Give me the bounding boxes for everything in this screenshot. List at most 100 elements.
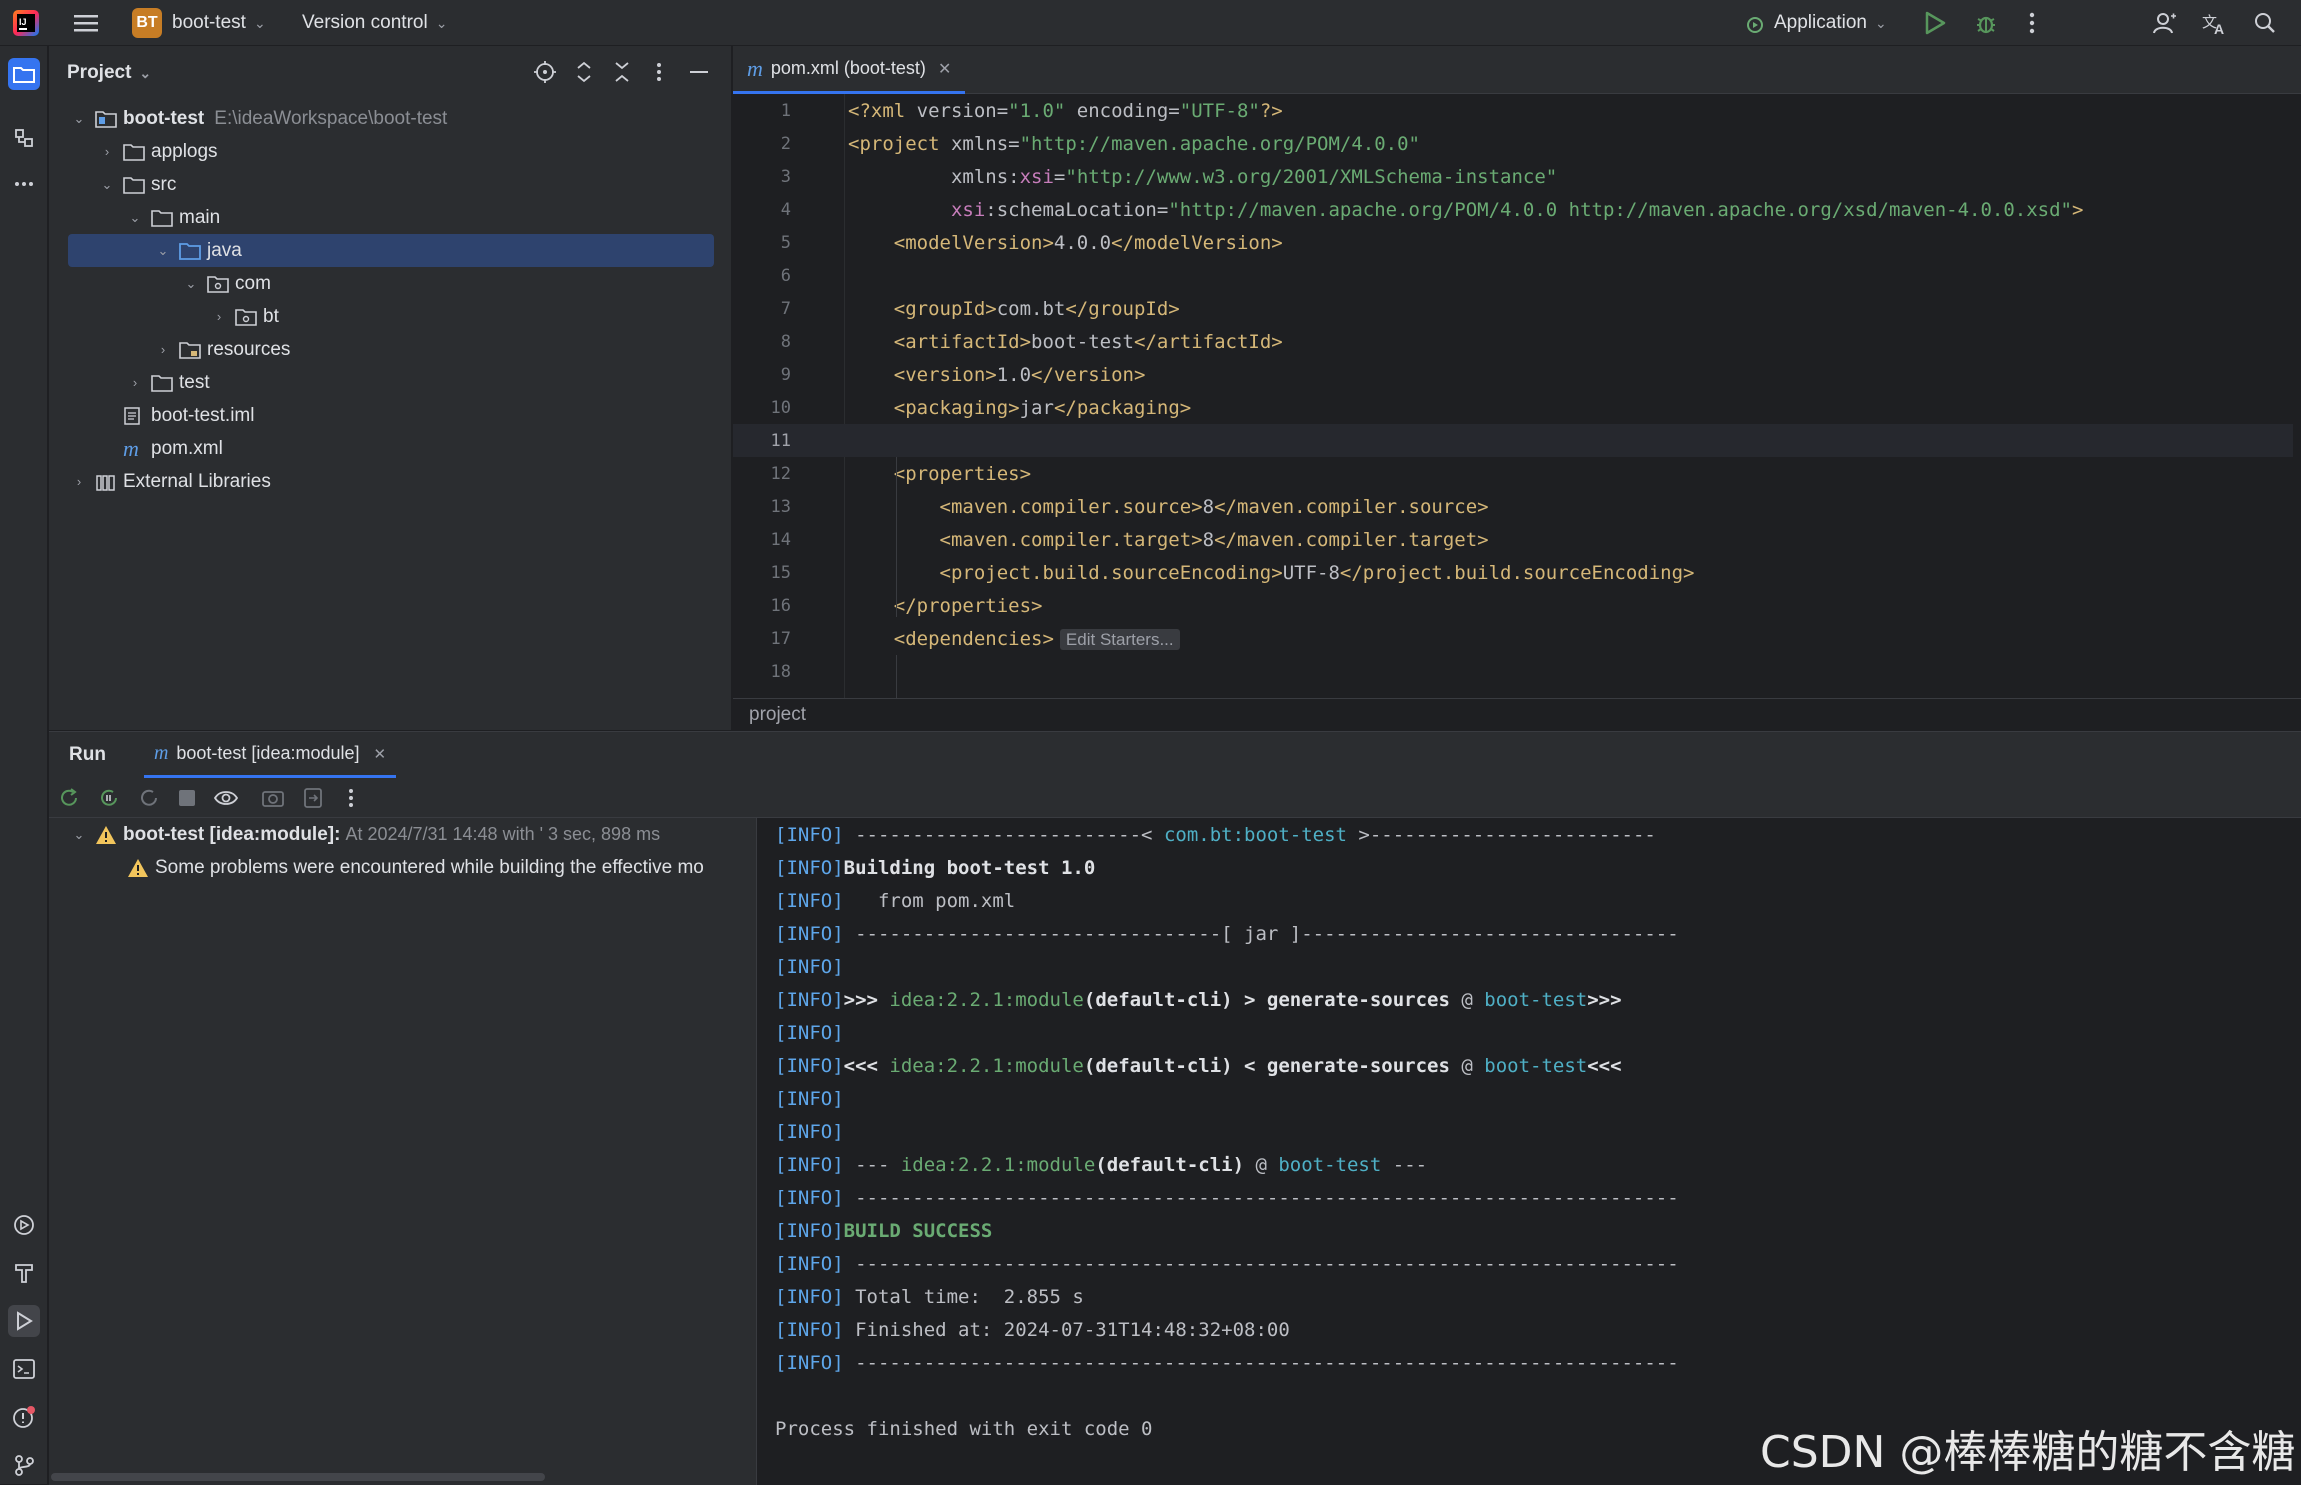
tree-item-resources[interactable]: › resources xyxy=(49,333,732,366)
chevron-down-icon[interactable]: ⌄ xyxy=(127,210,143,226)
horizontal-scrollbar[interactable] xyxy=(51,1473,545,1481)
run-config-selector[interactable]: Application ⌄ xyxy=(1744,0,1887,46)
breadcrumb-item[interactable]: project xyxy=(749,704,806,726)
terminal-icon[interactable] xyxy=(8,1353,40,1385)
console-output[interactable]: [INFO] -------------------------< com.bt… xyxy=(757,818,2301,1485)
tab-run-boot-test[interactable]: m boot-test [idea:module] ✕ xyxy=(143,732,397,778)
chevron-right-icon[interactable]: › xyxy=(99,144,115,159)
options-icon[interactable] xyxy=(655,60,663,89)
translate-icon[interactable]: 文A xyxy=(2202,0,2228,46)
git-branch-icon[interactable] xyxy=(8,1449,40,1481)
build-hammer-icon[interactable] xyxy=(8,1257,40,1289)
run-tab-label: boot-test [idea:module] xyxy=(176,743,360,763)
search-icon[interactable] xyxy=(2254,0,2276,46)
project-panel-title[interactable]: Project xyxy=(67,62,131,84)
close-icon[interactable]: ✕ xyxy=(374,745,387,763)
main-menu-icon[interactable] xyxy=(74,0,100,46)
tree-item-test[interactable]: › test xyxy=(49,366,732,399)
console-line: [INFO] Building boot-test 1.0 xyxy=(775,856,1096,879)
edit-starters-hint[interactable]: Edit Starters... xyxy=(1059,628,1180,650)
code-text: xmlns:xsi="http://www.w3.org/2001/XMLSch… xyxy=(950,165,1558,188)
line-number: 9 xyxy=(780,364,791,385)
chevron-down-icon[interactable]: ⌄ xyxy=(71,827,87,843)
view-eye-icon[interactable] xyxy=(213,786,239,815)
rerun-icon[interactable] xyxy=(57,786,81,815)
rerun-failed-icon[interactable] xyxy=(97,786,121,815)
line-number: 7 xyxy=(780,298,791,319)
project-switcher[interactable]: BT boot-test ⌄ xyxy=(132,0,266,46)
export-icon[interactable] xyxy=(301,786,325,815)
hide-panel-icon[interactable] xyxy=(689,60,709,89)
services-icon[interactable] xyxy=(8,1209,40,1241)
console-line: [INFO] Finished at: 2024-07-31T14:48:32+… xyxy=(775,1318,1290,1341)
chevron-down-icon[interactable]: ⌄ xyxy=(139,65,151,82)
chevron-down-icon[interactable]: ⌄ xyxy=(99,177,115,193)
account-icon[interactable] xyxy=(2152,0,2176,46)
warning-icon xyxy=(127,858,149,878)
problems-icon[interactable] xyxy=(8,1401,40,1433)
code-line-11: 11 xyxy=(733,424,2293,457)
line-number: 15 xyxy=(770,562,791,583)
line-number: 14 xyxy=(770,529,791,550)
chevron-down-icon[interactable]: ⌄ xyxy=(155,243,171,259)
code-area[interactable]: 1 <?xml version="1.0" encoding="UTF-8"?> … xyxy=(733,94,2301,698)
chevron-down-icon[interactable]: ⌄ xyxy=(183,276,199,292)
run-tool-icon[interactable] xyxy=(8,1305,40,1337)
chevron-right-icon[interactable]: › xyxy=(71,474,87,489)
chevron-right-icon[interactable]: › xyxy=(211,309,227,324)
run-tree-warning-item[interactable]: Some problems were encountered while bui… xyxy=(127,851,704,884)
code-line-2: 2 <project xmlns="http://maven.apache.org… xyxy=(733,127,2293,160)
run-icon[interactable] xyxy=(1924,0,1946,46)
tree-item-pom-xml[interactable]: m pom.xml xyxy=(49,432,732,465)
locate-file-icon[interactable] xyxy=(533,60,557,89)
tree-item-java[interactable]: ⌄ java xyxy=(49,234,732,267)
run-tree-root[interactable]: ⌄ boot-test [idea:module]: At 2024/7/31 … xyxy=(71,818,661,851)
debug-icon[interactable] xyxy=(1974,0,1998,46)
chevron-right-icon[interactable]: › xyxy=(127,375,143,390)
code-line-9: 9 <version>1.0</version> xyxy=(733,358,2293,391)
close-icon[interactable]: ✕ xyxy=(938,59,951,79)
tree-item-boot-test-iml[interactable]: boot-test.iml xyxy=(49,399,732,432)
tree-item-applogs[interactable]: › applogs xyxy=(49,135,732,168)
stop-icon[interactable] xyxy=(177,788,197,813)
intellij-logo-icon[interactable]: IJ xyxy=(12,0,40,46)
vcs-menu[interactable]: Version control ⌄ xyxy=(302,0,447,46)
more-actions-icon[interactable] xyxy=(2028,0,2036,46)
project-folder-icon[interactable] xyxy=(8,58,40,90)
run-config-label: Application xyxy=(1774,12,1867,33)
more-actions-icon[interactable] xyxy=(347,786,355,815)
project-badge: BT xyxy=(132,8,162,38)
chevron-right-icon[interactable]: › xyxy=(155,342,171,357)
code-text: <artifactId>boot-test</artifactId> xyxy=(893,330,1283,353)
tree-item-boot-test[interactable]: ⌄ boot-test E:\ideaWorkspace\boot-test xyxy=(49,102,732,135)
line-number: 6 xyxy=(780,265,791,286)
line-number: 13 xyxy=(770,496,791,517)
console-line: [INFO] from pom.xml xyxy=(775,889,1016,912)
code-line-6: 6 xyxy=(733,259,2293,292)
code-line-3: 3 xmlns:xsi="http://www.w3.org/2001/XMLS… xyxy=(733,160,2293,193)
collapse-all-icon[interactable] xyxy=(613,60,631,89)
tree-label: pom.xml xyxy=(151,437,223,459)
run-tree-root-meta: At 2024/7/31 14:48 with ' 3 sec, 898 ms xyxy=(345,824,661,844)
chevron-down-icon[interactable]: ⌄ xyxy=(71,111,87,127)
camera-icon[interactable] xyxy=(261,786,285,815)
tree-item-bt[interactable]: › bt xyxy=(49,300,732,333)
structure-icon[interactable] xyxy=(8,122,40,154)
expand-all-icon[interactable] xyxy=(575,60,593,89)
tree-item-com[interactable]: ⌄ com xyxy=(49,267,732,300)
tree-item-external-libraries[interactable]: › External Libraries xyxy=(49,465,732,498)
title-bar: IJ BT boot-test ⌄ Version control ⌄ Appl… xyxy=(0,0,2301,46)
run-tree: ⌄ boot-test [idea:module]: At 2024/7/31 … xyxy=(49,818,757,1485)
tree-label: boot-test.iml xyxy=(151,404,255,426)
console-line: [INFO] xyxy=(775,1087,844,1110)
tree-item-src[interactable]: ⌄ src xyxy=(49,168,732,201)
tab-label: pom.xml (boot-test) xyxy=(770,58,926,78)
tab-pom-xml[interactable]: m pom.xml (boot-test) ✕ xyxy=(733,46,966,94)
more-tools-icon[interactable] xyxy=(8,168,40,200)
code-line-13: 13 <maven.compiler.source>8</maven.compi… xyxy=(733,490,2293,523)
code-text: <?xml version="1.0" encoding="UTF-8"?> xyxy=(848,99,1283,122)
chevron-down-icon: ⌄ xyxy=(253,14,266,31)
breadcrumb[interactable]: project xyxy=(733,698,2301,730)
tree-item-main[interactable]: ⌄ main xyxy=(49,201,732,234)
toggle-auto-test-icon[interactable] xyxy=(137,786,161,815)
